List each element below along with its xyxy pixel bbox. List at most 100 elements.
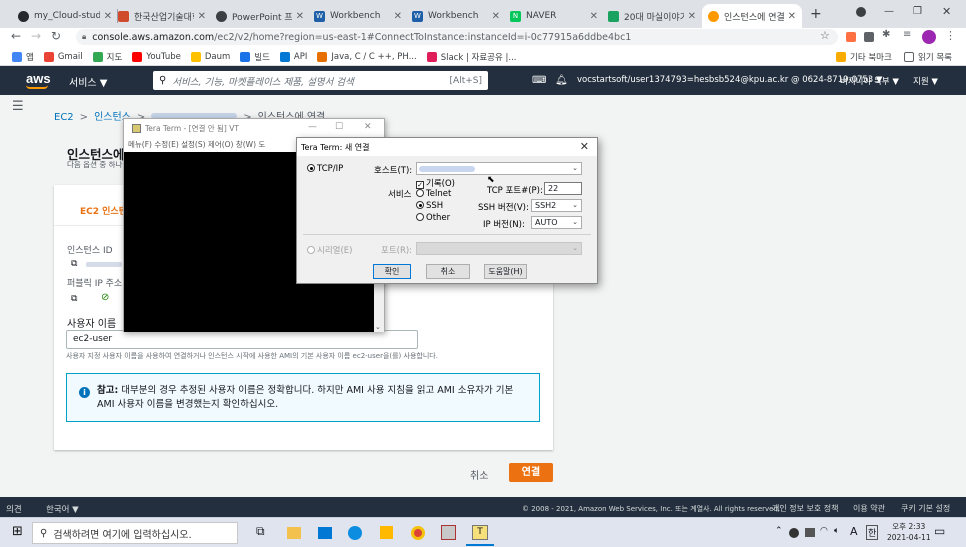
bookmark-slack[interactable]: Slack | 자료공유 |... [426,51,516,63]
aws-logo[interactable]: aws [26,71,51,89]
vt-titlebar[interactable]: Tera Term - [연결 안 됨] VT [124,119,384,138]
tab-search-icon[interactable] [856,7,866,17]
windows-start-icon[interactable]: ⊞ [12,524,23,539]
username-input[interactable]: ec2-user [66,330,418,349]
browser-tab[interactable]: W Workbench ✕ [406,4,506,28]
extension-icon[interactable] [864,32,874,42]
copy-icon[interactable]: ⧉ [71,259,77,269]
language-selector[interactable]: 한국어 ▼ [46,503,79,515]
scroll-down-icon[interactable]: ⌄ [375,323,381,331]
close-icon[interactable]: ✕ [580,140,589,153]
paint-icon[interactable] [441,525,456,540]
feedback-link[interactable]: 의견 [6,503,22,515]
battery-icon[interactable] [805,528,815,537]
aws-search-input[interactable]: ⚲ 서비스, 기능, 마켓플레이스 제품, 설명서 검색 [Alt+S] [153,71,488,90]
tab-ec2-instance-connect[interactable]: EC2 인스턴 [80,204,127,217]
bookmark-other[interactable]: 기타 북마크 [836,51,892,63]
history-checkbox[interactable]: ✓ 기록(O) [416,177,455,189]
reload-icon[interactable]: ↻ [46,29,66,43]
mail-icon[interactable] [318,527,332,539]
bookmark-api[interactable]: API [279,51,307,63]
cloudshell-icon[interactable]: ⌨ [532,75,546,86]
back-icon[interactable]: ← [6,29,26,43]
region-menu[interactable]: 버지니아 북부 ▼ [840,75,899,87]
sticky-notes-icon[interactable] [380,526,393,539]
reading-mode-icon[interactable]: ≡ [903,29,911,40]
host-combobox[interactable]: ⌄ [416,162,582,175]
browser-tab[interactable]: 20대 마실이야기 ✕ [602,4,702,28]
bookmark-youtube[interactable]: YouTube [132,51,181,63]
browser-tab[interactable]: W Workbench ✕ [308,4,408,28]
serial-port-select[interactable]: ⌄ [416,242,582,255]
hamburger-menu-icon[interactable]: ☰ [12,99,24,114]
bell-icon[interactable]: 🔔︎ [555,75,568,86]
new-tab-button[interactable]: + [810,6,822,22]
close-tab-icon[interactable]: ✕ [394,11,402,22]
close-window-button[interactable]: ✕ [942,5,951,18]
bookmark-java[interactable]: Java, C / C ++, PH... [317,51,417,63]
close-tab-icon[interactable]: ✕ [492,11,500,22]
cookie-preferences-link[interactable]: 쿠키 기본 설정 [901,503,950,514]
browser-tab[interactable]: 한국산업기술대학 ✕ [112,4,212,28]
profile-avatar[interactable] [922,30,936,44]
taskbar-search-input[interactable]: ⚲ 검색하려면 여기에 입력하십시오. [32,522,238,544]
browser-tab[interactable]: my_Cloud-studio ✕ [12,4,118,28]
dialog-cancel-button[interactable]: 취소 [426,264,470,279]
browser-tab[interactable]: N NAVER ✕ [504,4,604,28]
support-menu[interactable]: 지원 ▼ [913,75,938,87]
close-tab-icon[interactable]: ✕ [590,11,598,22]
maximize-window-button[interactable]: ❐ [913,6,922,17]
file-explorer-icon[interactable] [287,527,301,539]
close-tab-icon[interactable]: ✕ [688,11,696,22]
serial-radio[interactable]: 시리얼(E) [307,244,352,256]
privacy-link[interactable]: 개인 정보 보호 정책 [772,503,839,514]
cancel-button[interactable]: 취소 [470,467,488,482]
volume-icon[interactable]: 🔈︎ [834,526,839,536]
browser-tab[interactable]: PowerPoint 프리 ✕ [210,4,310,28]
services-menu[interactable]: 서비스 ▼ [69,74,107,89]
vt-menubar[interactable]: 메뉴(F) 수정(E) 설정(S) 제어(O) 창(W) 도 [128,139,265,150]
ip-version-select[interactable]: AUTO ⌄ [531,216,582,229]
close-tab-icon[interactable]: ✕ [104,11,112,22]
notification-center-icon[interactable]: ▭ [934,524,945,538]
breadcrumb-ec2[interactable]: EC2 [54,112,74,123]
chrome-icon[interactable] [411,526,425,540]
bookmark-build[interactable]: 빌드 [240,51,270,63]
forward-icon[interactable]: → [26,29,46,43]
bookmark-star-icon[interactable]: ☆ [820,29,830,42]
ime-mode-indicator[interactable]: A [850,525,858,538]
task-view-icon[interactable]: ⧉ [256,524,265,539]
close-tab-icon[interactable]: ✕ [296,11,304,22]
help-button[interactable]: 도움말(H) [484,264,527,279]
taskbar-clock[interactable]: 오후 2:33 2021-04-11 [887,521,931,543]
minimize-window-button[interactable]: — [884,6,894,17]
connect-button[interactable]: 연결 [509,463,553,482]
ssh-version-select[interactable]: SSH2 ⌄ [531,199,582,212]
dialog-titlebar[interactable]: Tera Term: 새 연결 [297,138,597,156]
terms-link[interactable]: 이용 약관 [853,503,885,514]
minimize-window-button[interactable]: — [308,122,317,132]
close-tab-icon[interactable]: ✕ [198,11,206,22]
kebab-menu-icon[interactable]: ⋮ [945,29,956,42]
telnet-radio[interactable]: Telnet [416,189,451,199]
reading-list[interactable]: 읽기 목록 [904,51,952,63]
copy-icon[interactable]: ⧉ [71,294,77,304]
other-radio[interactable]: Other [416,213,450,223]
account-menu[interactable]: vocstartsoft/user1374793=hesbsb524@kpu.a… [577,75,882,85]
bookmark-daum[interactable]: Daum [190,51,230,63]
tcpip-radio[interactable]: TCP/IP [307,164,343,174]
bookmark-apps[interactable]: 앱 [12,51,34,63]
maximize-window-button[interactable]: ☐ [335,122,343,132]
close-tab-icon[interactable]: ✕ [788,11,796,22]
browser-tab-active[interactable]: 인스턴스에 연결 ✕ [702,4,802,28]
teraterm-icon[interactable]: T [472,525,488,540]
close-window-button[interactable]: ✕ [364,122,372,132]
wifi-icon[interactable]: ◠ [820,526,828,536]
edge-icon[interactable] [348,526,362,540]
tray-app-icon[interactable] [789,528,799,538]
hangul-indicator[interactable]: 한 [866,525,879,540]
extension-icon[interactable] [846,32,856,42]
ok-button[interactable]: 확인 [373,264,411,279]
ssh-radio[interactable]: SSH [416,201,443,211]
tray-chevron-icon[interactable]: ⌃ [775,526,783,536]
